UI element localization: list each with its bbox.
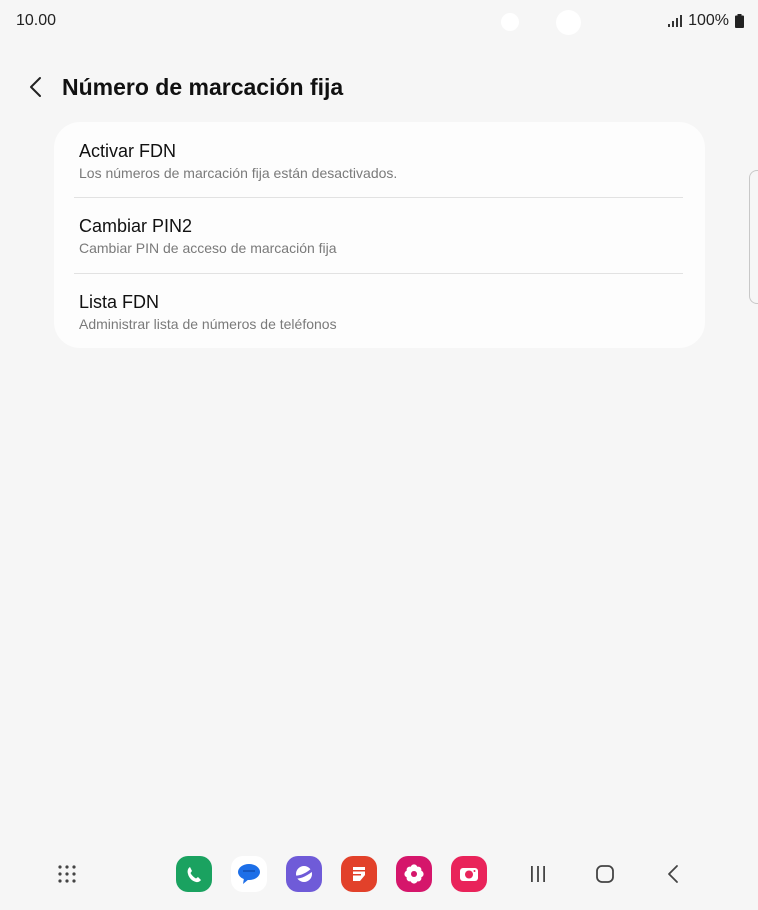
chevron-left-icon xyxy=(30,77,41,97)
camera-icon xyxy=(460,868,478,881)
setting-cambiar-pin2[interactable]: Cambiar PIN2 Cambiar PIN de acceso de ma… xyxy=(54,198,705,273)
home-button[interactable] xyxy=(587,856,623,892)
gallery-icon xyxy=(404,864,424,884)
camera-cutout-large xyxy=(556,10,581,35)
back-button[interactable] xyxy=(20,72,50,102)
recents-button[interactable] xyxy=(520,856,556,892)
battery-icon xyxy=(735,14,744,28)
apps-grid-icon xyxy=(58,865,76,883)
camera-app-button[interactable] xyxy=(451,856,487,892)
edge-panel-handle[interactable] xyxy=(749,170,758,304)
setting-subtitle: Los números de marcación fija están desa… xyxy=(79,165,398,181)
phone-icon xyxy=(187,867,201,883)
settings-card: Activar FDN Los números de marcación fij… xyxy=(54,122,705,348)
back-nav-button[interactable] xyxy=(655,856,691,892)
status-bar: 10.00 100% xyxy=(0,0,758,44)
status-indicators: 100% xyxy=(668,12,744,30)
camera-cutout-small xyxy=(501,13,519,31)
apps-grid-button[interactable] xyxy=(49,856,85,892)
gallery-app-button[interactable] xyxy=(396,856,432,892)
internet-icon xyxy=(293,866,316,882)
back-icon xyxy=(668,865,678,883)
messages-icon xyxy=(238,864,260,884)
setting-title: Cambiar PIN2 xyxy=(79,216,193,236)
navigation-bar xyxy=(0,850,758,910)
setting-title: Activar FDN xyxy=(79,141,177,161)
setting-subtitle: Administrar lista de números de teléfono… xyxy=(79,316,337,332)
notes-icon xyxy=(353,867,365,881)
notes-app-button[interactable] xyxy=(341,856,377,892)
internet-app-button[interactable] xyxy=(286,856,322,892)
messages-app-button[interactable] xyxy=(231,856,267,892)
status-time: 10.00 xyxy=(16,12,57,29)
setting-activar-fdn[interactable]: Activar FDN Los números de marcación fij… xyxy=(54,122,705,197)
recents-icon xyxy=(531,866,545,882)
signal-icon xyxy=(668,15,683,27)
page-title: Número de marcación fija xyxy=(62,74,344,100)
home-icon xyxy=(596,865,614,883)
phone-app-button[interactable] xyxy=(176,856,212,892)
setting-subtitle: Cambiar PIN de acceso de marcación fija xyxy=(79,240,337,256)
setting-title: Lista FDN xyxy=(79,292,160,312)
app-header: Número de marcación fija xyxy=(0,68,758,108)
setting-lista-fdn[interactable]: Lista FDN Administrar lista de números d… xyxy=(54,274,705,349)
battery-percent: 100% xyxy=(688,12,729,29)
